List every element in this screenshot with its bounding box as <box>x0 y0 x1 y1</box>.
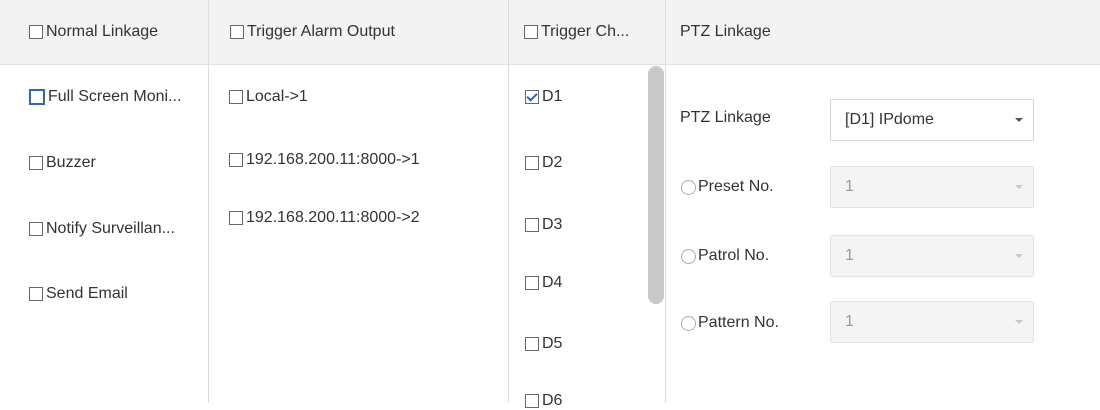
alarm-output-ip-1[interactable]: 192.168.200.11:8000->1 <box>229 151 420 169</box>
alarm-output-ip-1-label: 192.168.200.11:8000->1 <box>246 151 420 168</box>
trigger-channel-header[interactable]: Trigger Ch... <box>524 0 629 64</box>
ptz-linkage-label: PTZ Linkage <box>680 109 771 126</box>
patrol-no-select-value: 1 <box>845 247 854 264</box>
ptz-linkage-select-value: [D1] IPdome <box>845 111 934 128</box>
channel-d5-checkbox[interactable] <box>525 337 539 351</box>
chevron-down-icon <box>1015 320 1023 324</box>
channel-list-scrollbar[interactable] <box>648 66 664 304</box>
buzzer-checkbox[interactable] <box>29 156 43 170</box>
full-screen-monitoring-label: Full Screen Moni... <box>48 88 182 105</box>
trigger-channel-header-label: Trigger Ch... <box>541 23 630 40</box>
notify-surveillance-center-checkbox[interactable] <box>29 222 43 236</box>
trigger-alarm-output-select-all-checkbox[interactable] <box>230 25 244 39</box>
trigger-alarm-output-header-label: Trigger Alarm Output <box>247 23 395 40</box>
notify-surveillance-center-option[interactable]: Notify Surveillan... <box>29 220 175 238</box>
chevron-down-icon <box>1015 185 1023 189</box>
send-email-checkbox[interactable] <box>29 287 43 301</box>
alarm-output-local-1[interactable]: Local->1 <box>229 88 308 106</box>
chevron-down-icon <box>1015 118 1023 122</box>
normal-linkage-header[interactable]: Normal Linkage <box>29 0 158 64</box>
preset-no-option[interactable]: Preset No. <box>681 178 774 196</box>
pattern-no-radio[interactable] <box>681 315 696 331</box>
pattern-no-option[interactable]: Pattern No. <box>681 314 779 332</box>
full-screen-monitoring-checkbox[interactable] <box>29 89 45 105</box>
ptz-linkage-header: PTZ Linkage <box>680 0 771 64</box>
alarm-output-ip-2[interactable]: 192.168.200.11:8000->2 <box>229 209 420 227</box>
channel-d5[interactable]: D5 <box>525 335 562 353</box>
ptz-linkage-header-label: PTZ Linkage <box>680 23 771 40</box>
channel-d2[interactable]: D2 <box>525 154 562 172</box>
pattern-no-select-value: 1 <box>845 313 854 330</box>
channel-d1-checkbox[interactable] <box>525 90 539 104</box>
alarm-output-local-1-label: Local->1 <box>246 88 308 105</box>
channel-d5-label: D5 <box>542 335 563 352</box>
channel-d2-label: D2 <box>542 154 563 171</box>
full-screen-monitoring-option[interactable]: Full Screen Moni... <box>29 88 181 106</box>
channel-d2-checkbox[interactable] <box>525 156 539 170</box>
column-divider <box>508 0 509 403</box>
patrol-no-radio[interactable] <box>681 248 696 264</box>
channel-d1[interactable]: D1 <box>525 88 562 106</box>
patrol-no-label: Patrol No. <box>698 247 770 264</box>
channel-d3-checkbox[interactable] <box>525 218 539 232</box>
channel-d4[interactable]: D4 <box>525 274 562 292</box>
channel-d6-checkbox[interactable] <box>525 394 539 408</box>
send-email-label: Send Email <box>46 285 128 302</box>
preset-no-radio[interactable] <box>681 179 696 195</box>
preset-no-select-value: 1 <box>845 178 854 195</box>
alarm-output-ip-2-checkbox[interactable] <box>229 211 243 225</box>
channel-d4-label: D4 <box>542 274 563 291</box>
channel-d3[interactable]: D3 <box>525 216 562 234</box>
buzzer-label: Buzzer <box>46 154 96 171</box>
alarm-output-local-1-checkbox[interactable] <box>229 90 243 104</box>
buzzer-option[interactable]: Buzzer <box>29 154 96 172</box>
alarm-output-ip-2-label: 192.168.200.11:8000->2 <box>246 209 420 226</box>
pattern-no-label: Pattern No. <box>698 314 779 331</box>
notify-surveillance-center-label: Notify Surveillan... <box>46 220 175 237</box>
normal-linkage-header-label: Normal Linkage <box>46 23 159 40</box>
trigger-channel-select-all-checkbox[interactable] <box>524 25 538 39</box>
preset-no-label: Preset No. <box>698 178 774 195</box>
normal-linkage-select-all-checkbox[interactable] <box>29 25 43 39</box>
chevron-down-icon <box>1015 254 1023 258</box>
pattern-no-select: 1 <box>830 301 1034 343</box>
channel-d6-label: D6 <box>542 392 563 409</box>
column-divider <box>208 0 209 403</box>
ptz-linkage-select[interactable]: [D1] IPdome <box>830 99 1034 141</box>
channel-d4-checkbox[interactable] <box>525 276 539 290</box>
channel-d1-label: D1 <box>542 88 563 105</box>
channel-d6[interactable]: D6 <box>525 392 562 410</box>
alarm-output-ip-1-checkbox[interactable] <box>229 153 243 167</box>
send-email-option[interactable]: Send Email <box>29 285 128 303</box>
patrol-no-option[interactable]: Patrol No. <box>681 247 769 265</box>
column-divider <box>665 0 666 403</box>
channel-d3-label: D3 <box>542 216 563 233</box>
patrol-no-select: 1 <box>830 235 1034 277</box>
trigger-alarm-output-header[interactable]: Trigger Alarm Output <box>230 0 395 64</box>
preset-no-select: 1 <box>830 166 1034 208</box>
